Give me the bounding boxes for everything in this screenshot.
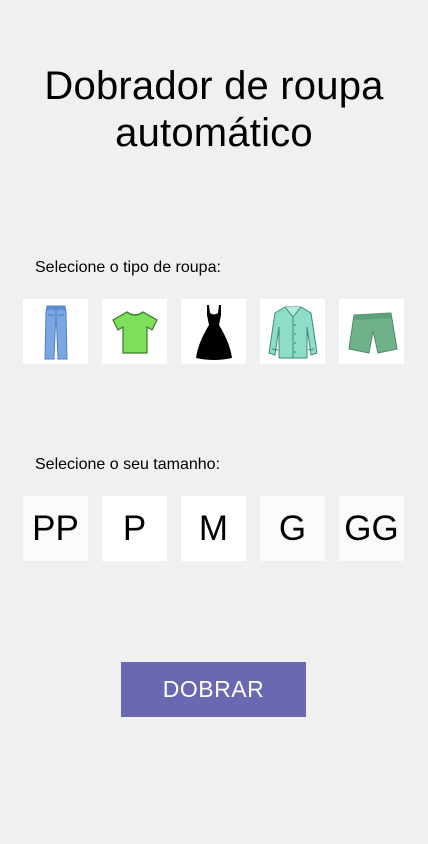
- size-option-g[interactable]: G: [260, 496, 325, 561]
- clothing-option-dress[interactable]: [181, 299, 246, 364]
- size-option-gg[interactable]: GG: [339, 496, 404, 561]
- clothing-option-shorts[interactable]: [339, 299, 404, 364]
- clothing-type-label: Selecione o tipo de roupa:: [35, 259, 221, 276]
- clothing-option-jeans[interactable]: [23, 299, 88, 364]
- clothing-option-t-shirt[interactable]: [102, 299, 167, 364]
- dress-icon: [195, 304, 232, 360]
- t-shirt-icon: [111, 310, 158, 354]
- page-title-line-2: automático: [115, 111, 313, 155]
- clothing-option-dress-shirt[interactable]: [260, 299, 325, 364]
- size-label: Selecione o seu tamanho:: [35, 456, 221, 473]
- jeans-icon: [43, 305, 68, 359]
- size-option-p[interactable]: P: [102, 496, 167, 561]
- page-title: Dobrador de roupa automático: [0, 63, 428, 157]
- size-option-m[interactable]: M: [181, 496, 246, 561]
- fold-button[interactable]: DOBRAR: [121, 662, 306, 717]
- clothing-type-options: [23, 299, 404, 364]
- size-options: PP P M G GG: [23, 496, 404, 561]
- dress-shirt-icon: [267, 306, 318, 358]
- size-option-pp[interactable]: PP: [23, 496, 88, 561]
- shorts-icon: [347, 311, 398, 354]
- page-title-line-1: Dobrador de roupa: [44, 64, 384, 108]
